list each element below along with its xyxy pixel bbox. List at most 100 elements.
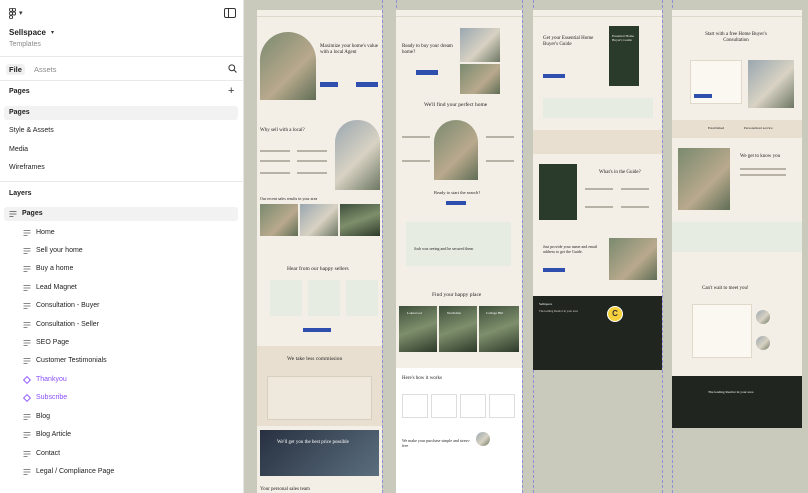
search-icon[interactable]: [228, 64, 237, 73]
page-item-pages[interactable]: Pages: [4, 106, 238, 120]
layer-label: Contact: [36, 450, 61, 457]
design-canvas[interactable]: Maximize your home's value with a local …: [244, 0, 808, 493]
frame-consultation-buyer[interactable]: Start with a free Home Buyer's Consultat…: [672, 10, 802, 428]
testimonial-card: [270, 280, 302, 316]
footer-tagline: The leading Realtor in your area: [708, 390, 754, 394]
layer-seo-page[interactable]: SEO Page: [4, 336, 238, 350]
contact-form[interactable]: [692, 304, 752, 358]
frame-nav: [672, 10, 802, 17]
testimonial-block: [406, 222, 511, 266]
agent-avatar: [756, 310, 770, 324]
sale-card-image: [260, 204, 298, 236]
page-item-wireframes[interactable]: Wireframes: [4, 161, 238, 175]
sale-card-image: [300, 204, 338, 236]
footer-brand: Sellspace: [539, 302, 553, 306]
hero-heading: Ready to buy your dream home?: [402, 44, 453, 55]
hero-heading: Get your Essential Home Buyer's Guide: [543, 36, 594, 47]
project-subtitle: Templates: [9, 41, 41, 48]
section-heading: Here's how it works: [402, 376, 442, 381]
layer-sell-your-home[interactable]: Sell your home: [4, 244, 238, 258]
collaborator-avatar[interactable]: C: [607, 306, 623, 322]
agent-photo: [335, 120, 380, 190]
layer-consultation-seller[interactable]: Consultation - Seller: [4, 318, 238, 332]
frame-icon: [9, 211, 17, 217]
divider: [0, 80, 243, 81]
tab-file[interactable]: File: [6, 64, 25, 75]
guide-line: [522, 0, 523, 493]
frame-lead-magnet[interactable]: Get your Essential Home Buyer's Guide Es…: [533, 10, 662, 370]
layer-customer-testimonials[interactable]: Customer Testimonials: [4, 354, 238, 368]
section-heading: We take less commission: [287, 356, 343, 362]
feature-image: [434, 120, 478, 180]
layer-buy-a-home[interactable]: Buy a home: [4, 262, 238, 276]
main-menu-chevron-icon[interactable]: ▾: [19, 9, 23, 17]
layer-contact[interactable]: Contact: [4, 447, 238, 461]
figma-logo-icon[interactable]: [9, 8, 16, 19]
step-card: [460, 394, 486, 418]
page-item-media[interactable]: Media: [4, 143, 238, 157]
cta-button[interactable]: [320, 82, 338, 87]
testimonial-strip: [533, 130, 662, 154]
layer-label: Customer Testimonials: [36, 357, 107, 364]
cta-button[interactable]: [356, 82, 378, 87]
cta-button[interactable]: [446, 201, 466, 205]
section-heading: Hear from our happy sellers: [287, 266, 349, 272]
frame-nav: [533, 10, 662, 17]
section-heading: Your personal sales team: [260, 487, 310, 492]
layer-legal-compliance-page[interactable]: Legal / Compliance Page: [4, 465, 238, 479]
layer-subscribe[interactable]: Subscribe: [4, 391, 238, 405]
layer-label: Blog: [36, 413, 51, 420]
cta-button[interactable]: [543, 268, 565, 272]
submit-button[interactable]: [694, 94, 712, 98]
layer-label: Consultation - Buyer: [36, 302, 100, 309]
cta-button[interactable]: [416, 70, 438, 75]
layer-blog-article[interactable]: Blog Article: [4, 428, 238, 442]
frame-nav: [396, 10, 522, 17]
component-icon: [23, 376, 31, 384]
sale-card-image: [340, 204, 380, 236]
section-icon: [23, 248, 31, 254]
strip-item: Personalized service: [744, 126, 773, 130]
frame-buy-a-home[interactable]: Ready to buy your dream home? We'll find…: [396, 10, 522, 493]
project-chevron-down-icon[interactable]: ▾: [51, 29, 54, 36]
area-card-label: College Hill: [486, 311, 504, 315]
add-page-plus-icon[interactable]: +: [228, 86, 234, 97]
toggle-sidebar-icon[interactable]: [224, 8, 236, 18]
layer-consultation-buyer[interactable]: Consultation - Buyer: [4, 299, 238, 313]
layer-label: Home: [36, 229, 55, 236]
banner-heading: We'll get you the best price possible: [277, 440, 349, 445]
section-heading: Why sell with a local?: [260, 128, 305, 133]
guide-line: [382, 0, 383, 493]
house-image: [748, 60, 794, 108]
project-name[interactable]: Sellspace: [9, 28, 46, 37]
cta-button[interactable]: [303, 328, 331, 332]
left-panel: ▾ Sellspace ▾ Templates File Assets Page…: [0, 0, 244, 493]
section-heading: We make your purchase simple and stress-…: [402, 438, 471, 448]
area-card-label: Northdale: [447, 311, 461, 315]
section-heading: What's in the Guide?: [599, 170, 641, 175]
layer-home[interactable]: Home: [4, 226, 238, 240]
component-icon: [23, 394, 31, 402]
page-item-style-assets[interactable]: Style & Assets: [4, 124, 238, 138]
agent-avatar: [476, 432, 490, 446]
layer-label: Pages: [22, 210, 43, 217]
section-icon: [23, 322, 31, 328]
hero-image: [460, 28, 500, 62]
layer-blog[interactable]: Blog: [4, 410, 238, 424]
tab-assets[interactable]: Assets: [31, 64, 60, 75]
frame-sell-your-home[interactable]: Maximize your home's value with a local …: [257, 10, 382, 493]
layer-label: Lead Magnet: [36, 284, 77, 291]
layer-thankyou[interactable]: Thankyou: [4, 373, 238, 387]
section-icon: [23, 469, 31, 475]
step-card: [402, 394, 428, 418]
hero-image: [260, 32, 316, 100]
price-banner: [260, 430, 379, 476]
layer-label: Thankyou: [36, 376, 67, 383]
layer-pages[interactable]: Pages: [4, 207, 238, 221]
divider: [0, 181, 243, 182]
cta-button[interactable]: [543, 74, 565, 78]
layer-lead-magnet[interactable]: Lead Magnet: [4, 281, 238, 295]
layer-label: Consultation - Seller: [36, 321, 100, 328]
section-icon: [23, 340, 31, 346]
section-heading: Just provide your name and email address…: [543, 244, 598, 254]
